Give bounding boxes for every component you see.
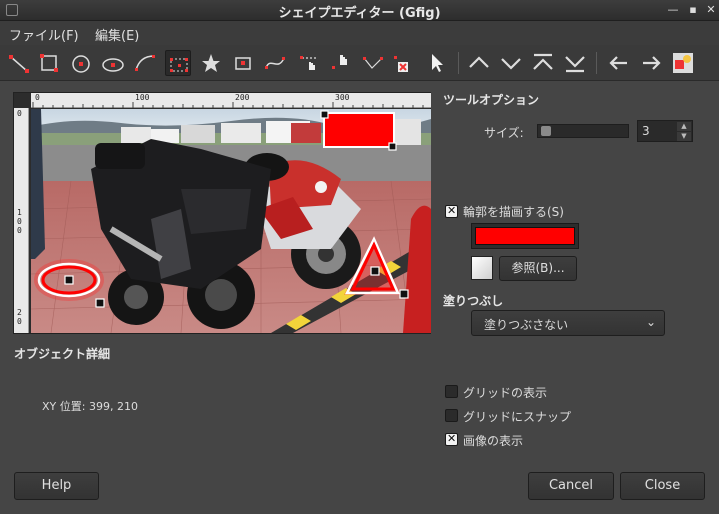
ruler-label: 100 (135, 93, 150, 102)
increment-icon[interactable]: ▲ (677, 122, 691, 131)
snap-grid-checkbox[interactable] (445, 409, 458, 422)
cancel-button[interactable]: Cancel (528, 472, 614, 500)
move-object-icon[interactable] (296, 50, 322, 76)
outline-color-button[interactable] (471, 223, 579, 249)
show-grid-label: グリッドの表示 (463, 386, 548, 400)
ellipse-tool-icon[interactable] (100, 50, 126, 76)
browse-button[interactable]: 参照(B)... (499, 256, 577, 281)
drawing-canvas[interactable] (31, 109, 431, 333)
ruler-label: 1 (17, 208, 22, 217)
show-image-checkbox[interactable] (445, 432, 458, 446)
ruler-label: 0 (17, 109, 22, 118)
horizontal-ruler: 0 100 200 300 (31, 93, 431, 108)
help-button[interactable]: Help (14, 472, 99, 500)
move-point-icon[interactable] (328, 50, 354, 76)
outline-checkbox[interactable] (445, 204, 458, 218)
arc-tool-icon[interactable] (132, 50, 158, 76)
size-label: サイズ: (484, 126, 524, 140)
raise-icon[interactable] (466, 50, 492, 76)
toolbar (0, 45, 719, 81)
window-title: シェイプエディター (Gfig) (278, 6, 441, 21)
ruler-label: 0 (17, 317, 22, 326)
toolbar-separator (596, 52, 597, 74)
copy-object-icon[interactable] (360, 50, 386, 76)
fill-type-value: 塗りつぶさない (484, 318, 569, 332)
maximize-icon[interactable]: ▪ (686, 3, 700, 17)
bezier-tool-icon[interactable] (262, 50, 288, 76)
next-arrow-icon[interactable] (638, 50, 664, 76)
size-value: 3 (642, 124, 650, 138)
ruler-label: 0 (35, 93, 40, 102)
ruler-label: 200 (235, 93, 250, 102)
star-tool-icon[interactable] (198, 50, 224, 76)
outline-color-swatch (475, 227, 575, 245)
polygon-tool-icon[interactable] (165, 50, 191, 76)
raise-to-top-icon[interactable] (530, 50, 556, 76)
ruler-label: 0 (17, 226, 22, 235)
close-window-icon[interactable]: ✕ (704, 3, 718, 17)
snap-grid-label: グリッドにスナップ (463, 410, 572, 424)
close-button[interactable]: Close (620, 472, 705, 500)
line-tool-icon[interactable] (6, 50, 32, 76)
menu-edit[interactable]: 編集(E) (95, 25, 139, 44)
spiral-tool-icon[interactable] (230, 50, 256, 76)
menu-bar: ファイル(F) 編集(E) (0, 21, 719, 45)
delete-object-icon[interactable] (390, 50, 416, 76)
ruler-label: 0 (17, 217, 22, 226)
tool-options-title: ツールオプション (443, 93, 540, 107)
menu-file[interactable]: ファイル(F) (9, 25, 79, 44)
show-all-objects-icon[interactable] (670, 50, 696, 76)
previous-arrow-icon[interactable] (606, 50, 632, 76)
size-slider-knob[interactable] (540, 126, 551, 136)
minimize-icon[interactable]: — (666, 3, 680, 17)
fill-title: 塗りつぶし (443, 294, 504, 308)
lower-icon[interactable] (498, 50, 524, 76)
brush-preview[interactable] (471, 256, 493, 280)
chevron-down-icon: ⌄ (645, 315, 656, 329)
select-object-icon[interactable] (424, 50, 450, 76)
lower-to-bottom-icon[interactable] (562, 50, 588, 76)
title-bar: シェイプエディター (Gfig) — ▪ ✕ (0, 0, 719, 21)
size-spinbutton[interactable]: 3 ▲ ▼ (637, 120, 693, 142)
outline-label: 輪郭を描画する(S) (463, 205, 564, 219)
vertical-ruler: 0 1 0 0 2 0 (14, 108, 29, 333)
fill-type-select[interactable]: 塗りつぶさない ⌄ (471, 310, 665, 336)
ruler-label: 2 (17, 308, 22, 317)
preview-area: 0 100 200 300 0 1 0 0 2 0 (13, 92, 431, 334)
object-details-title: オブジェクト詳細 (14, 347, 111, 361)
circle-tool-icon[interactable] (68, 50, 94, 76)
ruler-label: 300 (335, 93, 350, 102)
toolbar-separator (458, 52, 459, 74)
show-grid-checkbox[interactable] (445, 385, 458, 398)
xy-position: XY 位置: 399, 210 (42, 400, 138, 413)
size-slider[interactable] (537, 124, 629, 138)
decrement-icon[interactable]: ▼ (677, 132, 691, 141)
show-image-label: 画像の表示 (463, 434, 524, 448)
rectangle-tool-icon[interactable] (36, 50, 62, 76)
